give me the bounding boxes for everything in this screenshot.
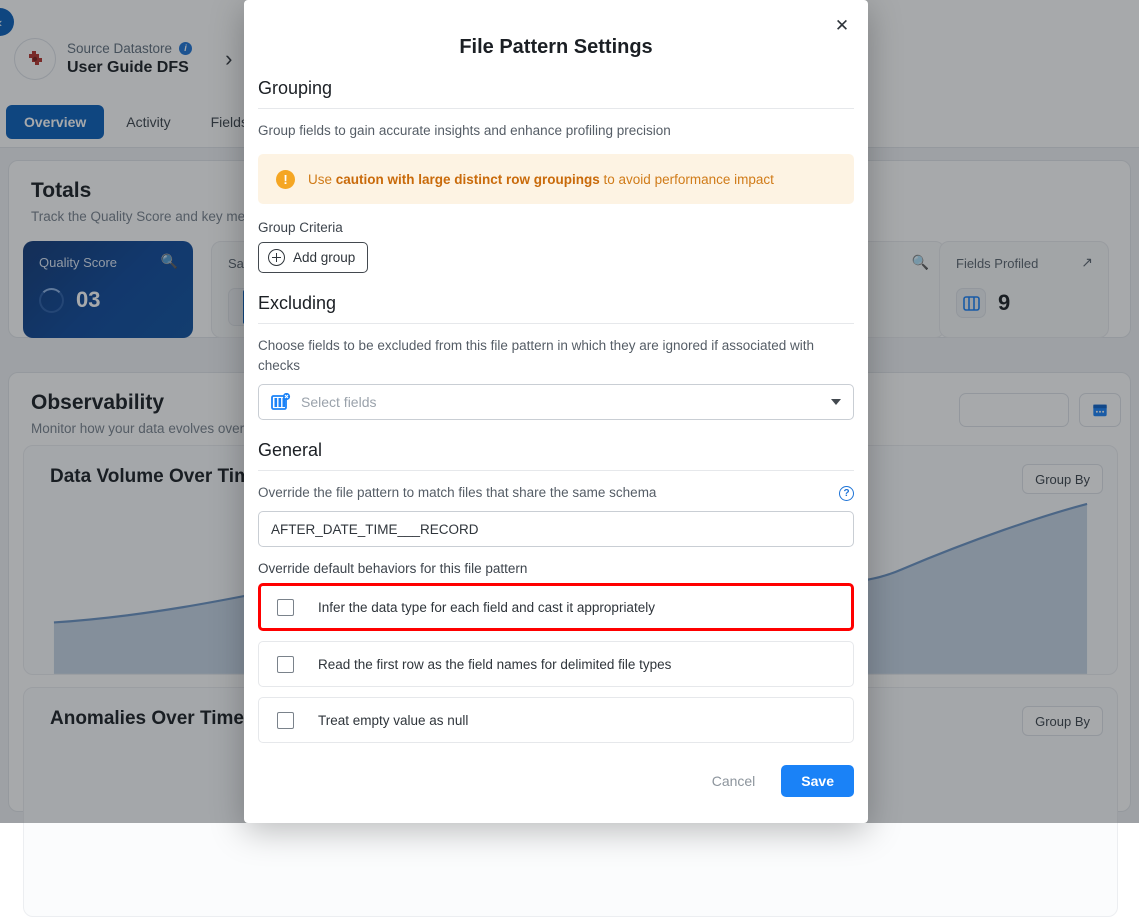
checkbox-empty-as-null[interactable]: [277, 712, 294, 729]
file-pattern-input[interactable]: [258, 511, 854, 547]
file-pattern-settings-dialog: ✕ File Pattern Settings Grouping Group f…: [244, 0, 868, 823]
warning-suffix: to avoid performance impact: [600, 172, 774, 187]
override-behaviors-label: Override default behaviors for this file…: [258, 561, 854, 576]
checkbox-label: Read the first row as the field names fo…: [318, 657, 671, 672]
checkbox-row-empty-as-null[interactable]: Treat empty value as null: [258, 697, 854, 743]
checkbox-label: Infer the data type for each field and c…: [318, 600, 655, 615]
columns-exclude-icon: [271, 393, 291, 411]
group-criteria-label: Group Criteria: [258, 220, 854, 235]
checkbox-first-row-field-names[interactable]: [277, 656, 294, 673]
checkbox-row-first-row-field-names[interactable]: Read the first row as the field names fo…: [258, 641, 854, 687]
warning-prefix: Use: [308, 172, 336, 187]
checkbox-infer-data-type[interactable]: [277, 599, 294, 616]
exclude-fields-select[interactable]: Select fields: [258, 384, 854, 420]
plus-circle-icon: [268, 249, 285, 266]
warning-emphasis: caution with large distinct row grouping…: [336, 172, 600, 187]
section-heading-excluding: Excluding: [258, 293, 854, 324]
section-heading-grouping: Grouping: [258, 78, 854, 109]
checkbox-label: Treat empty value as null: [318, 713, 468, 728]
cancel-button[interactable]: Cancel: [702, 765, 766, 797]
pattern-override-label: Override the file pattern to match files…: [258, 483, 656, 503]
grouping-description: Group fields to gain accurate insights a…: [258, 121, 854, 141]
save-button[interactable]: Save: [781, 765, 854, 797]
dialog-footer: Cancel Save: [244, 765, 868, 797]
excluding-description: Choose fields to be excluded from this f…: [258, 336, 854, 376]
warning-banner: ! Use caution with large distinct row gr…: [258, 154, 854, 204]
chevron-down-icon[interactable]: [831, 399, 841, 405]
add-group-label: Add group: [293, 250, 355, 265]
section-heading-general: General: [258, 440, 854, 471]
dialog-title: File Pattern Settings: [244, 36, 868, 59]
close-icon[interactable]: ✕: [831, 14, 853, 36]
warning-icon: !: [276, 170, 295, 189]
help-circle-icon[interactable]: ?: [839, 486, 854, 501]
warning-text: Use caution with large distinct row grou…: [308, 172, 774, 187]
exclude-fields-placeholder: Select fields: [301, 394, 821, 410]
checkbox-row-infer-data-type[interactable]: Infer the data type for each field and c…: [258, 583, 854, 631]
add-group-button[interactable]: Add group: [258, 242, 368, 273]
